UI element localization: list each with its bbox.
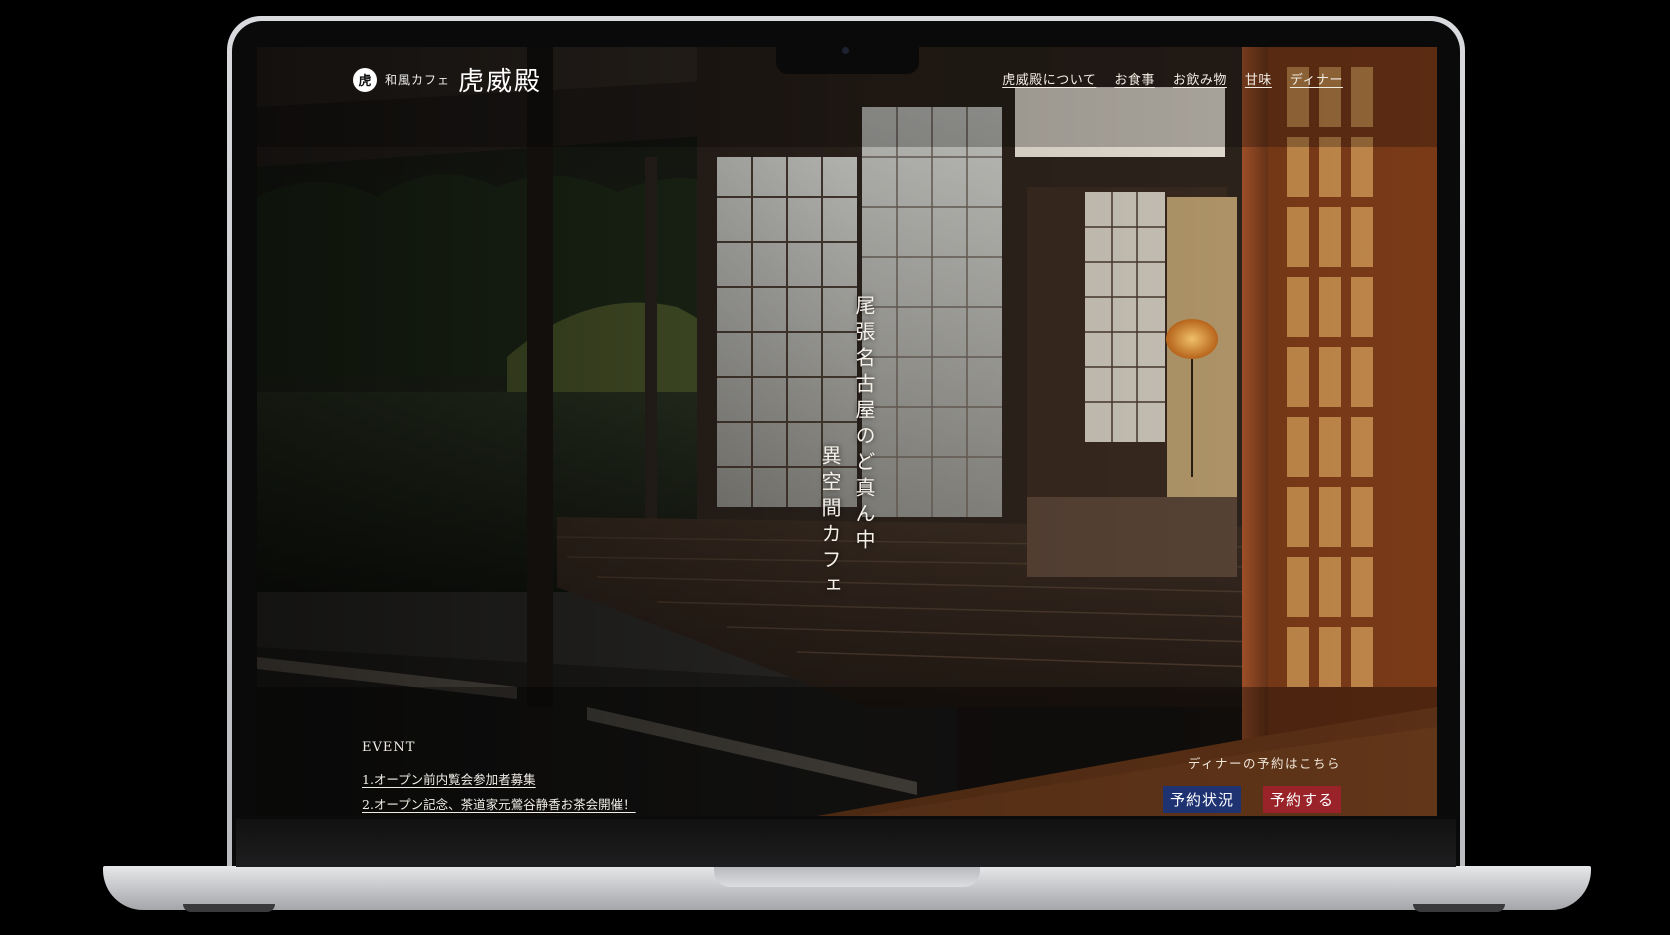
event-heading: EVENT (362, 740, 416, 755)
event-link-tea-ceremony[interactable]: 2.オープン記念、茶道家元鶯谷静香お茶会開催！ (362, 794, 636, 813)
event-link-preview[interactable]: 1.オープン前内覧会参加者募集 (362, 769, 636, 788)
reservation-panel: ディナーの予約はこちら 予約状況 予約する (1162, 753, 1341, 813)
nav-link-food[interactable]: お食事 (1114, 69, 1155, 88)
nav-link-dinner[interactable]: ディナー (1290, 69, 1343, 88)
hero-tagline-line1: 尾張名古屋のど真ん中 (852, 295, 876, 555)
nav-link-drinks[interactable]: お飲み物 (1173, 69, 1227, 88)
reservation-note: ディナーの予約はこちら (1187, 756, 1341, 771)
main-navigation: 虎威殿について お食事 お飲み物 甘味 ディナー (1002, 69, 1343, 88)
hero-tagline-line2: 異空間カフェ (818, 445, 842, 601)
reservation-buttons: 予約状況 予約する (1162, 786, 1341, 813)
brand-subtitle: 和風カフェ (385, 73, 451, 87)
camera-icon (842, 47, 849, 54)
tiger-logo-icon: 虎 (353, 67, 377, 92)
brand-logo-group[interactable]: 虎 和風カフェ 虎威殿 (353, 61, 542, 98)
hero-tagline: 尾張名古屋のど真ん中 異空間カフェ (818, 295, 876, 601)
event-section: EVENT 1.オープン前内覧会参加者募集 2.オープン記念、茶道家元鶯谷静香お… (362, 740, 636, 816)
book-button[interactable]: 予約する (1262, 786, 1341, 813)
laptop-foot-left (183, 904, 275, 912)
reservation-status-button[interactable]: 予約状況 (1162, 786, 1241, 813)
laptop-opening-notch (714, 866, 980, 887)
screen-chin (236, 819, 1456, 867)
brand-name: 虎威殿 (458, 67, 543, 97)
laptop-foot-right (1413, 904, 1505, 912)
nav-link-about[interactable]: 虎威殿について (1002, 69, 1096, 88)
nav-link-sweets[interactable]: 甘味 (1245, 69, 1272, 88)
website-screen: 虎 和風カフェ 虎威殿 虎威殿について お食事 お飲み物 甘味 ディナー 尾張名… (257, 47, 1437, 816)
